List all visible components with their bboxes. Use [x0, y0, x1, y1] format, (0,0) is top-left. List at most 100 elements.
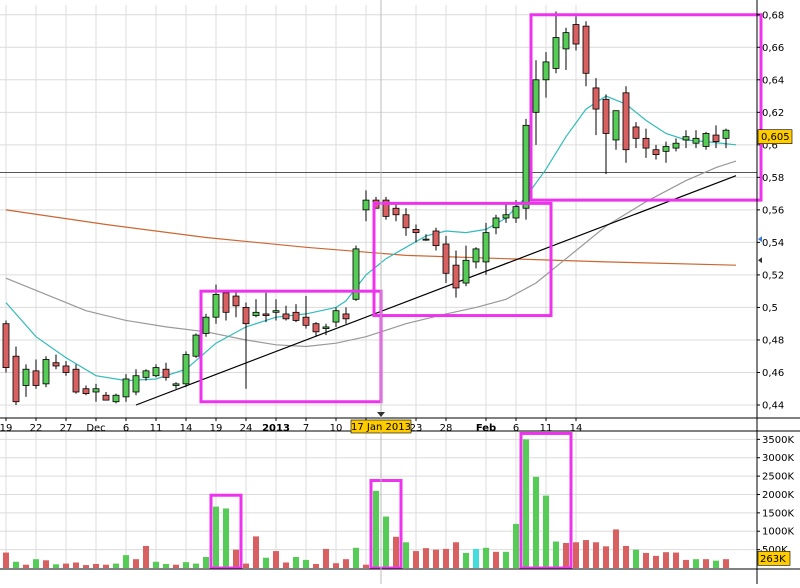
candle-body — [2, 323, 10, 368]
volume-bar — [633, 549, 639, 568]
date-tick-label: 6 — [123, 423, 129, 434]
volume-bar — [183, 562, 189, 568]
volume-bar — [23, 564, 29, 568]
candle-body — [662, 146, 670, 152]
volume-bar — [83, 565, 89, 568]
candle-body — [12, 355, 20, 403]
date-tick-label: 22 — [30, 423, 43, 434]
volume-bar — [613, 529, 619, 568]
volume-bar — [153, 561, 159, 568]
volume-bar — [693, 559, 699, 568]
volume-bar — [383, 516, 389, 568]
candle-body — [222, 292, 230, 313]
candle-body — [432, 230, 440, 247]
candle-body — [152, 367, 160, 377]
candle-body — [92, 388, 100, 393]
price-tick-label: 0,62 — [762, 108, 784, 119]
volume-bar — [703, 559, 709, 568]
volume-bar — [63, 563, 69, 568]
price-tick-label: 0,44 — [762, 400, 784, 411]
candle-body — [692, 137, 700, 144]
candle-body — [652, 149, 660, 155]
candle-body — [632, 126, 640, 139]
volume-bar — [713, 560, 719, 568]
last-volume-label: 263K — [760, 554, 786, 565]
candle-body — [442, 243, 450, 274]
volume-bar — [453, 542, 459, 568]
candle-body — [242, 307, 250, 325]
candle-body — [322, 326, 330, 329]
volume-bar — [573, 542, 579, 568]
date-tick-label: 10 — [330, 423, 343, 434]
date-tick-label: Feb — [476, 423, 496, 434]
date-tick-label: 11 — [540, 423, 553, 434]
price-tick-label: 0,66 — [762, 43, 784, 54]
volume-bar — [113, 563, 119, 568]
volume-bar — [643, 552, 649, 568]
candle-body — [312, 323, 320, 333]
date-tick-label: Dec — [86, 423, 105, 434]
candle-body — [212, 294, 220, 318]
candle-body — [282, 313, 290, 320]
volume-bar — [353, 547, 359, 568]
date-tick-label: 27 — [60, 423, 73, 434]
candle-body — [202, 316, 210, 334]
volume-bar — [73, 562, 79, 568]
candle-body — [162, 368, 170, 378]
volume-bar — [393, 536, 399, 568]
candle-body — [392, 207, 400, 216]
volume-bar — [363, 564, 369, 568]
volume-bar — [193, 563, 199, 568]
candle-body — [492, 217, 500, 229]
volume-bar — [323, 548, 329, 568]
volume-bar — [93, 563, 99, 568]
candle-body — [682, 136, 690, 141]
volume-bar — [443, 548, 449, 568]
candle-body — [452, 264, 460, 289]
volume-bar — [213, 506, 219, 568]
candle-body — [102, 394, 110, 401]
date-tick-label: 19 — [210, 423, 223, 434]
candle-body — [622, 92, 630, 151]
cursor-date-label: 17 Jan 2013 — [351, 422, 411, 433]
volume-bar — [233, 549, 239, 568]
date-tick-label: 28 — [440, 423, 453, 434]
price-tick-label: 0,46 — [762, 368, 784, 379]
candle-body — [482, 232, 490, 263]
volume-tick-label: 1500K — [762, 508, 794, 519]
volume-bar — [303, 559, 309, 568]
volume-bar — [523, 439, 529, 568]
candle-body — [582, 25, 590, 74]
candle-body — [552, 37, 560, 69]
date-tick-label: 14 — [180, 423, 193, 434]
volume-bar — [493, 551, 499, 568]
last-volume-tag: 263K — [757, 551, 791, 566]
volume-bar — [13, 561, 19, 568]
candle-body — [32, 370, 40, 386]
volume-bar — [723, 559, 729, 568]
volume-bar — [423, 548, 429, 568]
volume-bar — [413, 551, 419, 568]
candle-body — [562, 32, 570, 50]
volume-bar — [583, 540, 589, 568]
volume-bar — [103, 564, 109, 568]
candle-body — [642, 137, 650, 149]
volume-bar — [223, 508, 229, 568]
volume-bar — [253, 536, 259, 568]
volume-tick-label: 1000K — [762, 527, 794, 538]
candle-body — [522, 124, 530, 209]
price-tick-label: 0,52 — [762, 270, 784, 281]
candle-body — [512, 206, 520, 219]
volume-bar — [463, 552, 469, 568]
candle-body — [122, 378, 130, 398]
volume-bar — [663, 552, 669, 568]
volume-bar — [123, 555, 129, 568]
volume-bar — [3, 552, 9, 568]
candle-body — [532, 79, 540, 113]
candle-body — [172, 383, 180, 386]
candle-body — [272, 310, 280, 313]
candle-body — [292, 311, 300, 321]
volume-tick-label: 3000K — [762, 453, 794, 464]
volume-bar — [683, 559, 689, 568]
date-tick-label: 2013 — [262, 423, 290, 434]
